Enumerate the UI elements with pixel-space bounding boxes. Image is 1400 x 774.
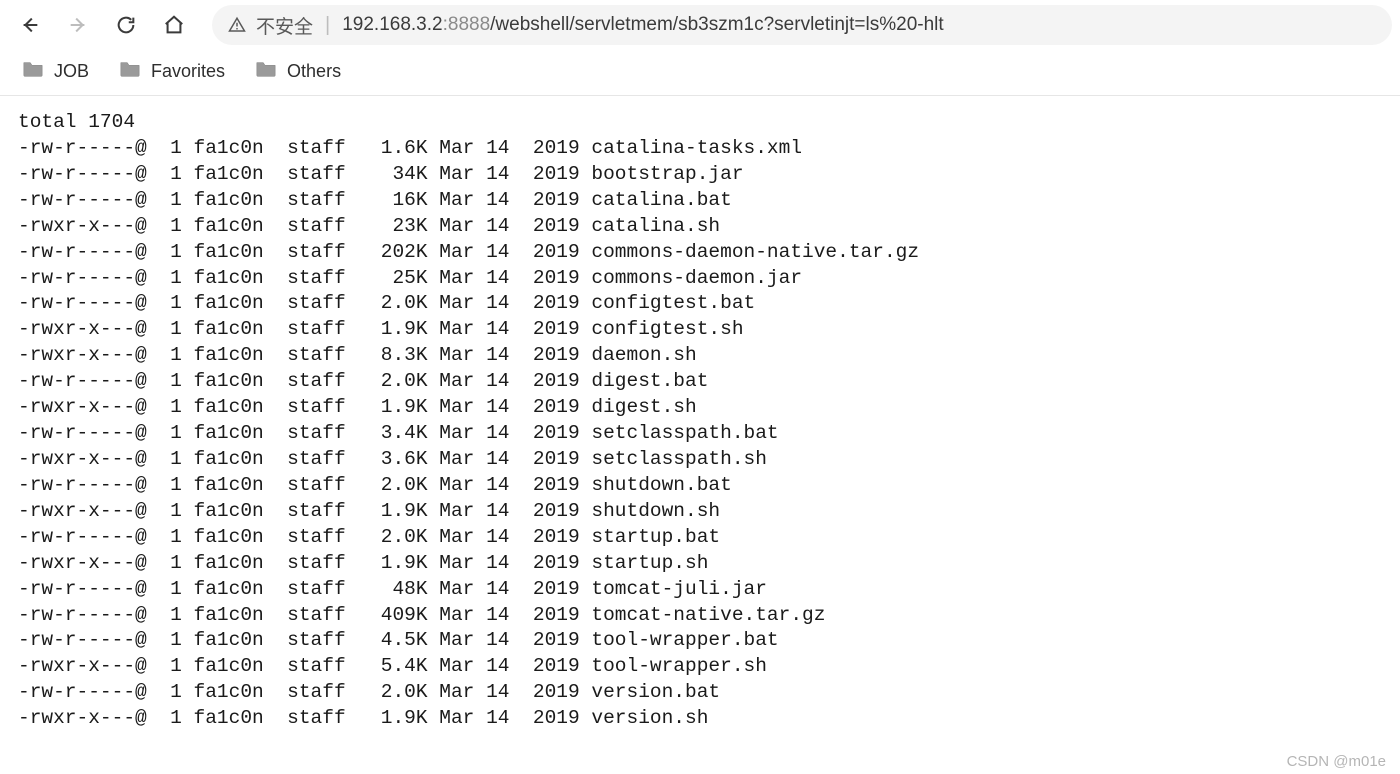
bookmark-folder-job[interactable]: JOB [22, 59, 89, 84]
address-bar[interactable]: 不安全 | 192.168.3.2:8888/webshell/servletm… [212, 5, 1392, 45]
reload-icon [115, 14, 137, 36]
bookmark-folder-favorites[interactable]: Favorites [119, 59, 225, 84]
divider: | [325, 14, 330, 37]
url-text: 192.168.3.2:8888/webshell/servletmem/sb3… [342, 14, 943, 36]
back-button[interactable] [8, 5, 52, 45]
reload-button[interactable] [104, 5, 148, 45]
url-host: 192.168.3.2 [342, 14, 442, 35]
folder-icon [22, 59, 44, 84]
home-button[interactable] [152, 5, 196, 45]
arrow-left-icon [19, 14, 41, 36]
bookmarks-bar: JOB Favorites Others [0, 50, 1400, 96]
watermark: CSDN @m01e [1287, 753, 1386, 770]
bookmark-folder-others[interactable]: Others [255, 59, 341, 84]
bookmark-label: Others [287, 61, 341, 82]
not-secure-icon [228, 16, 246, 34]
page-content: total 1704 -rw-r-----@ 1 fa1c0n staff 1.… [0, 96, 1400, 732]
bookmark-label: JOB [54, 61, 89, 82]
forward-button[interactable] [56, 5, 100, 45]
folder-icon [119, 59, 141, 84]
browser-toolbar: 不安全 | 192.168.3.2:8888/webshell/servletm… [0, 0, 1400, 50]
home-icon [163, 14, 185, 36]
bookmark-label: Favorites [151, 61, 225, 82]
arrow-right-icon [67, 14, 89, 36]
url-port: :8888 [443, 14, 491, 35]
folder-icon [255, 59, 277, 84]
security-label: 不安全 [256, 12, 313, 39]
url-path: /webshell/servletmem/sb3szm1c?servletinj… [490, 14, 944, 35]
